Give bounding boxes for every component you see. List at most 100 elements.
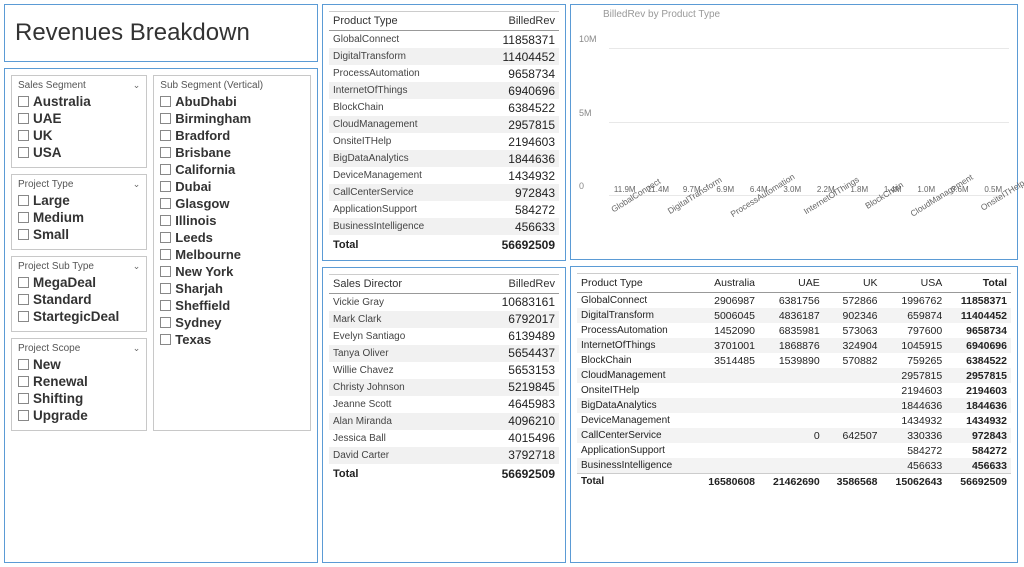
table-row[interactable]: InternetOfThings6940696 <box>329 82 559 99</box>
checkbox-icon[interactable] <box>160 96 171 107</box>
chevron-down-icon[interactable]: ⌄ <box>133 179 141 190</box>
slicer-item[interactable]: USA <box>18 144 140 161</box>
slicer-item[interactable]: Upgrade <box>18 407 140 424</box>
checkbox-icon[interactable] <box>160 249 171 260</box>
table-row[interactable]: Jeanne Scott4645983 <box>329 396 559 413</box>
slicer-sales-segment[interactable]: Sales Segment ⌄ AustraliaUAEUKUSA <box>11 75 147 168</box>
matrix-col-total[interactable]: Total <box>946 274 1011 293</box>
checkbox-icon[interactable] <box>18 96 29 107</box>
slicer-item[interactable]: Renewal <box>18 373 140 390</box>
checkbox-icon[interactable] <box>18 393 29 404</box>
slicer-item[interactable]: California <box>160 161 304 178</box>
table-row[interactable]: DeviceManagement1434932 <box>329 167 559 184</box>
slicer-item[interactable]: AbuDhabi <box>160 93 304 110</box>
slicer-item[interactable]: Standard <box>18 291 140 308</box>
table-row[interactable]: ProcessAutomation9658734 <box>329 65 559 82</box>
slicer-project-type[interactable]: Project Type ⌄ LargeMediumSmall <box>11 174 147 250</box>
table-row[interactable]: CloudManagement2957815 <box>329 116 559 133</box>
slicer-item[interactable]: UAE <box>18 110 140 127</box>
slicer-item[interactable]: Australia <box>18 93 140 110</box>
matrix-col[interactable]: Australia <box>694 274 759 293</box>
checkbox-icon[interactable] <box>18 359 29 370</box>
slicer-item[interactable]: StartegicDeal <box>18 308 140 325</box>
slicer-item[interactable]: Sharjah <box>160 280 304 297</box>
checkbox-icon[interactable] <box>160 198 171 209</box>
matrix-row[interactable]: OnsiteITHelp21946032194603 <box>577 383 1011 398</box>
checkbox-icon[interactable] <box>18 195 29 206</box>
chevron-down-icon[interactable]: ⌄ <box>133 80 141 91</box>
slicer-item[interactable]: Birmingham <box>160 110 304 127</box>
checkbox-icon[interactable] <box>160 232 171 243</box>
checkbox-icon[interactable] <box>18 294 29 305</box>
slicer-item[interactable]: Dubai <box>160 178 304 195</box>
slicer-item[interactable]: Sydney <box>160 314 304 331</box>
table-row[interactable]: Vickie Gray10683161 <box>329 293 559 311</box>
checkbox-icon[interactable] <box>18 147 29 158</box>
checkbox-icon[interactable] <box>160 317 171 328</box>
checkbox-icon[interactable] <box>160 164 171 175</box>
slicer-item[interactable]: Texas <box>160 331 304 348</box>
table-row[interactable]: OnsiteITHelp2194603 <box>329 133 559 150</box>
matrix-col[interactable]: USA <box>882 274 947 293</box>
slicer-sub-segment[interactable]: Sub Segment (Vertical) AbuDhabiBirmingha… <box>153 75 311 431</box>
slicer-item[interactable]: Small <box>18 226 140 243</box>
table-row[interactable]: Willie Chavez5653153 <box>329 362 559 379</box>
matrix-row[interactable]: BlockChain351448515398905708827592656384… <box>577 353 1011 368</box>
matrix-row[interactable]: BigDataAnalytics18446361844636 <box>577 398 1011 413</box>
table-row[interactable]: BigDataAnalytics1844636 <box>329 150 559 167</box>
matrix-col[interactable]: UAE <box>759 274 824 293</box>
slicer-item[interactable]: Glasgow <box>160 195 304 212</box>
table-row[interactable]: DigitalTransform11404452 <box>329 48 559 65</box>
col-product-type[interactable]: Product Type <box>329 12 471 31</box>
slicer-project-sub-type[interactable]: Project Sub Type ⌄ MegaDealStandardStart… <box>11 256 147 332</box>
slicer-item[interactable]: Brisbane <box>160 144 304 161</box>
slicer-item[interactable]: New <box>18 356 140 373</box>
checkbox-icon[interactable] <box>160 300 171 311</box>
chevron-down-icon[interactable]: ⌄ <box>133 261 141 272</box>
slicer-item[interactable]: Leeds <box>160 229 304 246</box>
table-row[interactable]: GlobalConnect11858371 <box>329 31 559 49</box>
checkbox-icon[interactable] <box>160 283 171 294</box>
matrix-col[interactable]: UK <box>824 274 882 293</box>
chart-panel[interactable]: BilledRev by Product Type 11.9M11.4M9.7M… <box>570 4 1018 260</box>
col-billedrev[interactable]: BilledRev <box>471 12 559 31</box>
slicer-item[interactable]: Shifting <box>18 390 140 407</box>
checkbox-icon[interactable] <box>18 410 29 421</box>
matrix-row[interactable]: BusinessIntelligence456633456633 <box>577 458 1011 474</box>
matrix-row[interactable]: CallCenterService0642507330336972843 <box>577 428 1011 443</box>
slicer-item[interactable]: Bradford <box>160 127 304 144</box>
checkbox-icon[interactable] <box>18 277 29 288</box>
table-row[interactable]: BlockChain6384522 <box>329 99 559 116</box>
table-row[interactable]: David Carter3792718 <box>329 447 559 464</box>
slicer-item[interactable]: Melbourne <box>160 246 304 263</box>
checkbox-icon[interactable] <box>160 215 171 226</box>
matrix-row[interactable]: DeviceManagement14349321434932 <box>577 413 1011 428</box>
slicer-item[interactable]: Medium <box>18 209 140 226</box>
col-sales-director[interactable]: Sales Director <box>329 274 459 293</box>
checkbox-icon[interactable] <box>18 130 29 141</box>
chevron-down-icon[interactable]: ⌄ <box>133 343 141 354</box>
matrix-row[interactable]: DigitalTransform500604548361879023466598… <box>577 308 1011 323</box>
slicer-project-scope[interactable]: Project Scope ⌄ NewRenewalShiftingUpgrad… <box>11 338 147 431</box>
slicer-item[interactable]: Large <box>18 192 140 209</box>
checkbox-icon[interactable] <box>18 229 29 240</box>
checkbox-icon[interactable] <box>160 113 171 124</box>
table-row[interactable]: Tanya Oliver5654437 <box>329 345 559 362</box>
sales-director-table[interactable]: Sales Director BilledRev Vickie Gray1068… <box>329 274 559 483</box>
table-row[interactable]: Christy Johnson5219845 <box>329 379 559 396</box>
col-product-type[interactable]: Product Type <box>577 274 694 293</box>
table-row[interactable]: CallCenterService972843 <box>329 184 559 201</box>
checkbox-icon[interactable] <box>160 130 171 141</box>
slicer-item[interactable]: UK <box>18 127 140 144</box>
checkbox-icon[interactable] <box>160 181 171 192</box>
table-row[interactable]: Evelyn Santiago6139489 <box>329 328 559 345</box>
slicer-item[interactable]: Illinois <box>160 212 304 229</box>
checkbox-icon[interactable] <box>160 334 171 345</box>
slicer-item[interactable]: New York <box>160 263 304 280</box>
matrix-row[interactable]: InternetOfThings370100118688763249041045… <box>577 338 1011 353</box>
matrix-table[interactable]: Product TypeAustraliaUAEUKUSATotal Globa… <box>577 273 1011 489</box>
table-row[interactable]: Alan Miranda4096210 <box>329 413 559 430</box>
checkbox-icon[interactable] <box>160 147 171 158</box>
slicer-item[interactable]: MegaDeal <box>18 274 140 291</box>
checkbox-icon[interactable] <box>18 113 29 124</box>
